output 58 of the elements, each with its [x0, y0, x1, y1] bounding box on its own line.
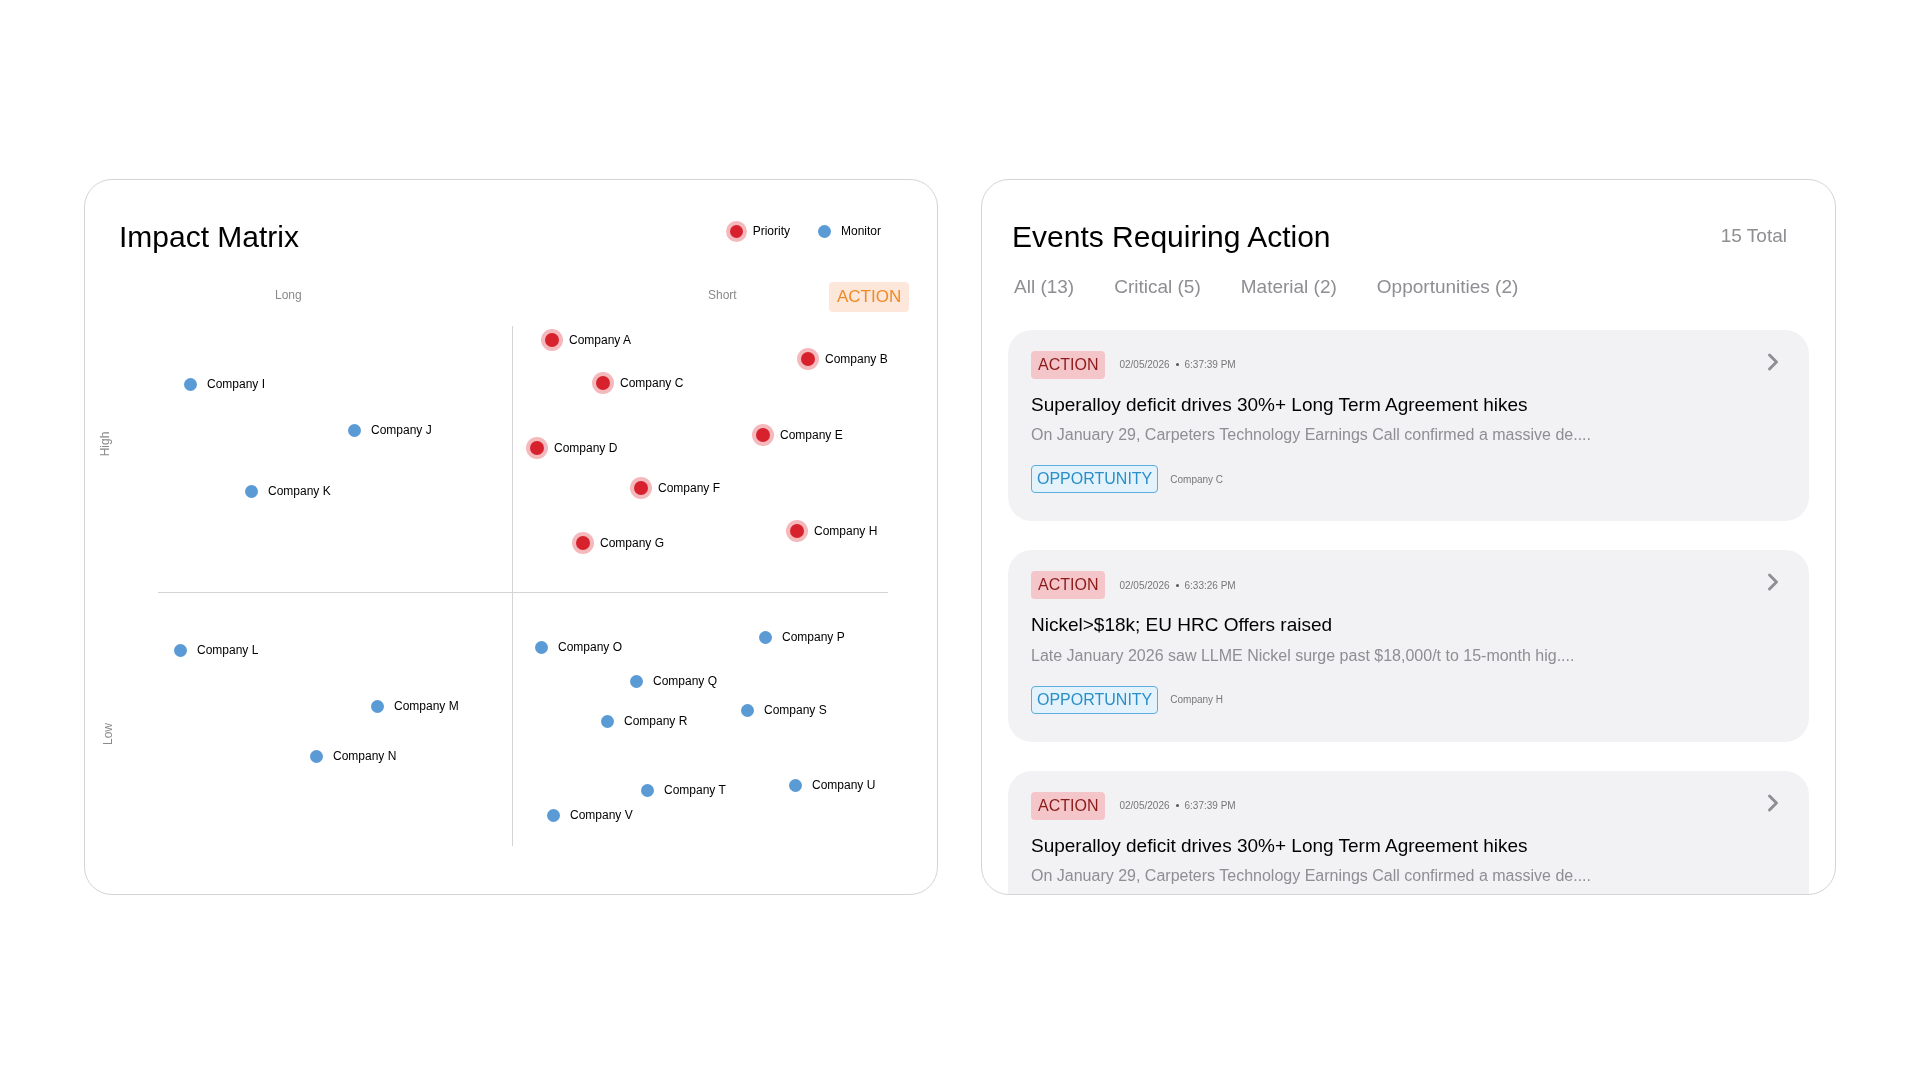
- legend-label: Monitor: [841, 223, 881, 240]
- company-label: Company M: [394, 698, 459, 715]
- action-badge: ACTION: [829, 282, 910, 312]
- event-card[interactable]: ACTION 02/05/2026 6:33:26 PM Nickel>$18k; EU HRC Offers raised Late January 2026 saw LLME Nickel surge past $18,000/t to 15-month hig.... OPPORTUNITY Company H: [1008, 550, 1809, 742]
- company-label: Company T: [664, 782, 726, 799]
- company-name: Company C: [1170, 472, 1224, 487]
- event-summary: On January 29, Carpeters Technology Earnings Call confirmed a massive de....: [1031, 425, 1592, 445]
- company-label: Company I: [207, 376, 266, 393]
- company-label: Company E: [780, 427, 843, 444]
- opportunity-tag: OPPORTUNITY: [1031, 465, 1159, 493]
- company-label: Company V: [570, 807, 633, 824]
- event-time: 6:37:39 PM: [1184, 358, 1236, 372]
- company-label: Company N: [333, 748, 397, 765]
- filter-tab[interactable]: Material (2): [1240, 273, 1337, 302]
- event-card[interactable]: ACTION 02/05/2026 6:37:39 PM Superalloy deficit drives 30%+ Long Term Agreement hikes On January 29, Carpeters Technology Earnings Call confirmed a massive de.... OPPORTUNITY Company C: [1008, 329, 1809, 521]
- company-label: Company R: [624, 713, 688, 730]
- filter-tab[interactable]: Opportunities (2): [1376, 273, 1519, 302]
- event-summary: On January 29, Carpeters Technology Earnings Call confirmed a massive de....: [1031, 866, 1592, 886]
- action-badge: ACTION: [1031, 350, 1106, 379]
- filter-tab[interactable]: All (13): [1014, 273, 1075, 302]
- company-label: Company C: [620, 375, 684, 392]
- card-title: Impact Matrix: [119, 219, 300, 255]
- event-title: Superalloy deficit drives 30%+ Long Term Agreement hikes: [1031, 392, 1529, 417]
- company-label: Company A: [569, 332, 632, 349]
- company-label: Company U: [812, 777, 876, 794]
- event-date: 02/05/2026: [1119, 578, 1170, 593]
- legend-label: Priority: [752, 223, 790, 240]
- company-name: Company H: [1170, 693, 1224, 707]
- company-label: Company G: [600, 535, 665, 552]
- event-card[interactable]: ACTION 02/05/2026 6:37:39 PM Superalloy deficit drives 30%+ Long Term Agreement hikes On January 29, Carpeters Technology Earnings Call confirmed a massive de....: [1008, 770, 1809, 894]
- action-badge: ACTION: [1031, 571, 1106, 599]
- company-label: Company J: [371, 422, 432, 439]
- event-summary: Late January 2026 saw LLME Nickel surge past $18,000/t to 15-month hig....: [1031, 645, 1576, 666]
- company-label: Company H: [814, 523, 878, 540]
- company-label: Company O: [558, 639, 623, 656]
- company-label: Company S: [764, 702, 827, 719]
- company-label: Company D: [554, 440, 618, 457]
- axis-label: Low: [100, 723, 116, 745]
- axis-label: High: [97, 431, 114, 457]
- event-date: 02/05/2026: [1119, 799, 1170, 813]
- company-label: Company K: [268, 483, 331, 500]
- event-title: Superalloy deficit drives 30%+ Long Term Agreement hikes: [1031, 833, 1529, 858]
- opportunity-tag: OPPORTUNITY: [1031, 685, 1159, 714]
- company-label: Company P: [782, 629, 845, 646]
- action-badge: ACTION: [1031, 791, 1106, 820]
- axis-label: Long: [275, 287, 302, 304]
- event-date: 02/05/2026: [1119, 358, 1170, 372]
- company-label: Company B: [825, 351, 888, 368]
- card-title: Events Requiring Action: [1012, 219, 1331, 255]
- axis-label: Short: [708, 287, 737, 304]
- event-title: Nickel>$18k; EU HRC Offers raised: [1031, 613, 1334, 637]
- company-label: Company F: [658, 480, 721, 497]
- filter-tab[interactable]: Critical (5): [1114, 273, 1201, 302]
- event-time: 6:33:26 PM: [1184, 578, 1236, 593]
- company-label: Company L: [197, 642, 259, 659]
- company-label: Company Q: [653, 673, 718, 690]
- total-count: 15 Total: [1720, 224, 1787, 249]
- event-time: 6:37:39 PM: [1184, 799, 1236, 813]
